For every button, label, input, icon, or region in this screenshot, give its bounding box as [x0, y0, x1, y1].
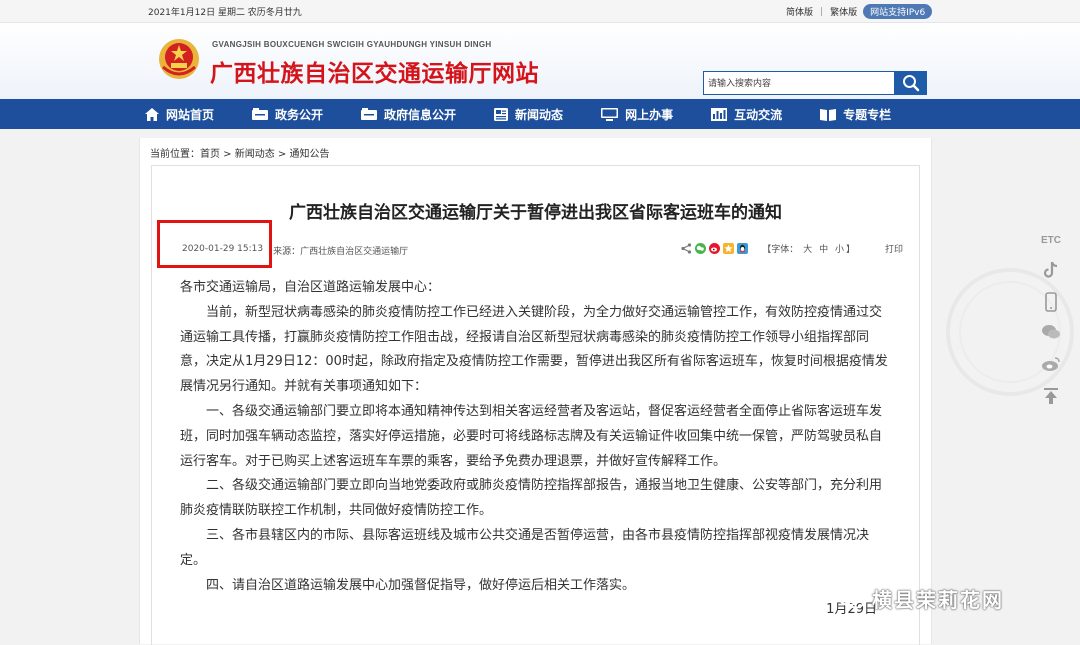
folder-icon	[252, 108, 269, 120]
nav-info-disclosure[interactable]: 政府信息公开	[361, 106, 456, 123]
article-paragraph: 四、请自治区道路运输发展中心加强督促指导，做好停运后相关工作落实。	[206, 577, 636, 593]
font-size-large[interactable]: 大	[803, 245, 812, 255]
article-greeting: 各市交通运输局，自治区道路运输发展中心：	[180, 280, 441, 295]
qzone-share-icon[interactable]	[723, 243, 735, 254]
top-links: 简体版 | 繁体版 网站支持IPv6	[786, 4, 933, 19]
search-input[interactable]	[703, 71, 895, 95]
font-size-label: 【字体：	[762, 245, 799, 255]
simplified-link[interactable]: 简体版	[786, 5, 813, 18]
folder-icon	[361, 108, 378, 120]
back-to-top-button[interactable]	[1036, 382, 1066, 410]
weibo-icon	[1042, 357, 1060, 371]
nav-label: 专题专栏	[843, 107, 892, 122]
font-size-small[interactable]: 小	[835, 245, 844, 255]
breadcrumb: 当前位置：首页 > 新闻动态 > 通知公告	[150, 145, 330, 160]
nav-news[interactable]: 新闻动态	[494, 106, 563, 123]
national-emblem-icon	[159, 39, 199, 79]
site-header: GVANGJSIH BOUXCUENGH SWCIGIH GYAUHDUNGH …	[0, 23, 1080, 99]
nav-interaction[interactable]: 互动交流	[711, 106, 782, 123]
article-paragraph: 当前，新型冠状病毒感染的肺炎疫情防控工作已经进入关键阶段，为全力做好交通运输管控…	[180, 304, 888, 395]
font-size-close: 】	[845, 245, 855, 255]
article-tools: 【字体： 大 中 小】 打印	[678, 242, 903, 255]
article-body: 各市交通运输局，自治区道路运输发展中心： 当前，新型冠状病毒感染的肺炎疫情防控工…	[180, 276, 890, 598]
print-link[interactable]: 打印	[885, 242, 903, 255]
monitor-icon	[601, 107, 619, 121]
nav-label: 网上办事	[625, 107, 674, 122]
wechat-link[interactable]	[1036, 318, 1066, 346]
nav-label: 网站首页	[166, 107, 215, 122]
search-button[interactable]	[894, 71, 927, 95]
news-icon	[494, 107, 509, 121]
breadcrumb-home[interactable]: 首页	[200, 149, 220, 160]
weibo-share-icon[interactable]	[709, 243, 721, 254]
douyin-icon	[1043, 261, 1058, 278]
watermark: 横县茉莉花网	[838, 584, 1004, 613]
wechat-icon	[1042, 325, 1060, 339]
ipv6-badge: 网站支持IPv6	[863, 4, 933, 19]
douyin-link[interactable]	[1036, 256, 1066, 284]
nav-online-service[interactable]: 网上办事	[601, 106, 673, 123]
content-area: 当前位置：首页 > 新闻动态 > 通知公告 广西壮族自治区交通运输厅关于暂停进出…	[139, 138, 932, 645]
nav-home[interactable]: 网站首页	[145, 106, 214, 123]
mobile-icon	[1045, 292, 1057, 312]
qq-share-icon[interactable]	[737, 243, 749, 254]
breadcrumb-notice[interactable]: 通知公告	[290, 149, 330, 160]
watermark-text: 横县茉莉花网	[872, 588, 1004, 612]
mobile-link[interactable]	[1036, 288, 1066, 316]
chart-icon	[711, 107, 728, 121]
etc-link[interactable]: ETC	[1036, 226, 1066, 254]
wechat-logo-icon	[838, 587, 865, 608]
article-paragraph: 一、各级交通运输部门要立即将本通知精神传达到相关客运经营者及客运站，督促客运经营…	[180, 403, 883, 469]
weibo-link[interactable]	[1036, 350, 1066, 378]
breadcrumb-prefix: 当前位置：	[150, 149, 200, 160]
breadcrumb-news[interactable]: 新闻动态	[235, 149, 275, 160]
search-box	[703, 71, 927, 95]
font-size-medium[interactable]: 中	[819, 245, 828, 255]
wechat-share-icon[interactable]	[695, 243, 707, 254]
nav-label: 政务公开	[275, 107, 324, 122]
nav-special-topics[interactable]: 专题专栏	[820, 106, 891, 123]
nav-government-affairs[interactable]: 政务公开	[252, 106, 323, 123]
nav-label: 政府信息公开	[384, 107, 457, 122]
article-source: 来源：广西壮族自治区交通运输厅	[273, 247, 409, 257]
book-icon	[820, 108, 837, 121]
traditional-link[interactable]: 繁体版	[830, 5, 857, 18]
article-paragraph: 二、各级交通运输部门要立即向当地党委政府或肺炎疫情防控指挥部报告，通报当地卫生健…	[180, 478, 883, 519]
top-bar: 2021年1月12日 星期二 农历冬月廿九 简体版 | 繁体版 网站支持IPv6	[0, 0, 1080, 23]
share-icon[interactable]	[681, 243, 692, 254]
top-separator: |	[820, 6, 824, 17]
nav-label: 新闻动态	[515, 107, 564, 122]
article-paragraph: 三、各市县辖区内的市际、县际客运班线及城市公共交通是否暂停运营，由各市县疫情防控…	[180, 527, 870, 568]
breadcrumb-separator: >	[274, 149, 290, 160]
site-pinyin: GVANGJSIH BOUXCUENGH SWCIGIH GYAUHDUNGH …	[212, 40, 492, 49]
site-title: 广西壮族自治区交通运输厅网站	[210, 61, 539, 87]
current-date: 2021年1月12日 星期二 农历冬月廿九	[148, 8, 302, 18]
font-size-control: 【字体： 大 中 小】	[762, 242, 855, 255]
nav-label: 互动交流	[734, 107, 783, 122]
search-icon	[902, 75, 919, 92]
main-nav: 网站首页 政务公开 政府信息公开 新闻动态 网上办事 互动交流 专题专栏	[0, 99, 1080, 129]
breadcrumb-separator: >	[220, 149, 235, 160]
highlight-box	[157, 220, 272, 268]
home-icon	[145, 107, 159, 121]
arrow-up-icon	[1044, 388, 1058, 404]
